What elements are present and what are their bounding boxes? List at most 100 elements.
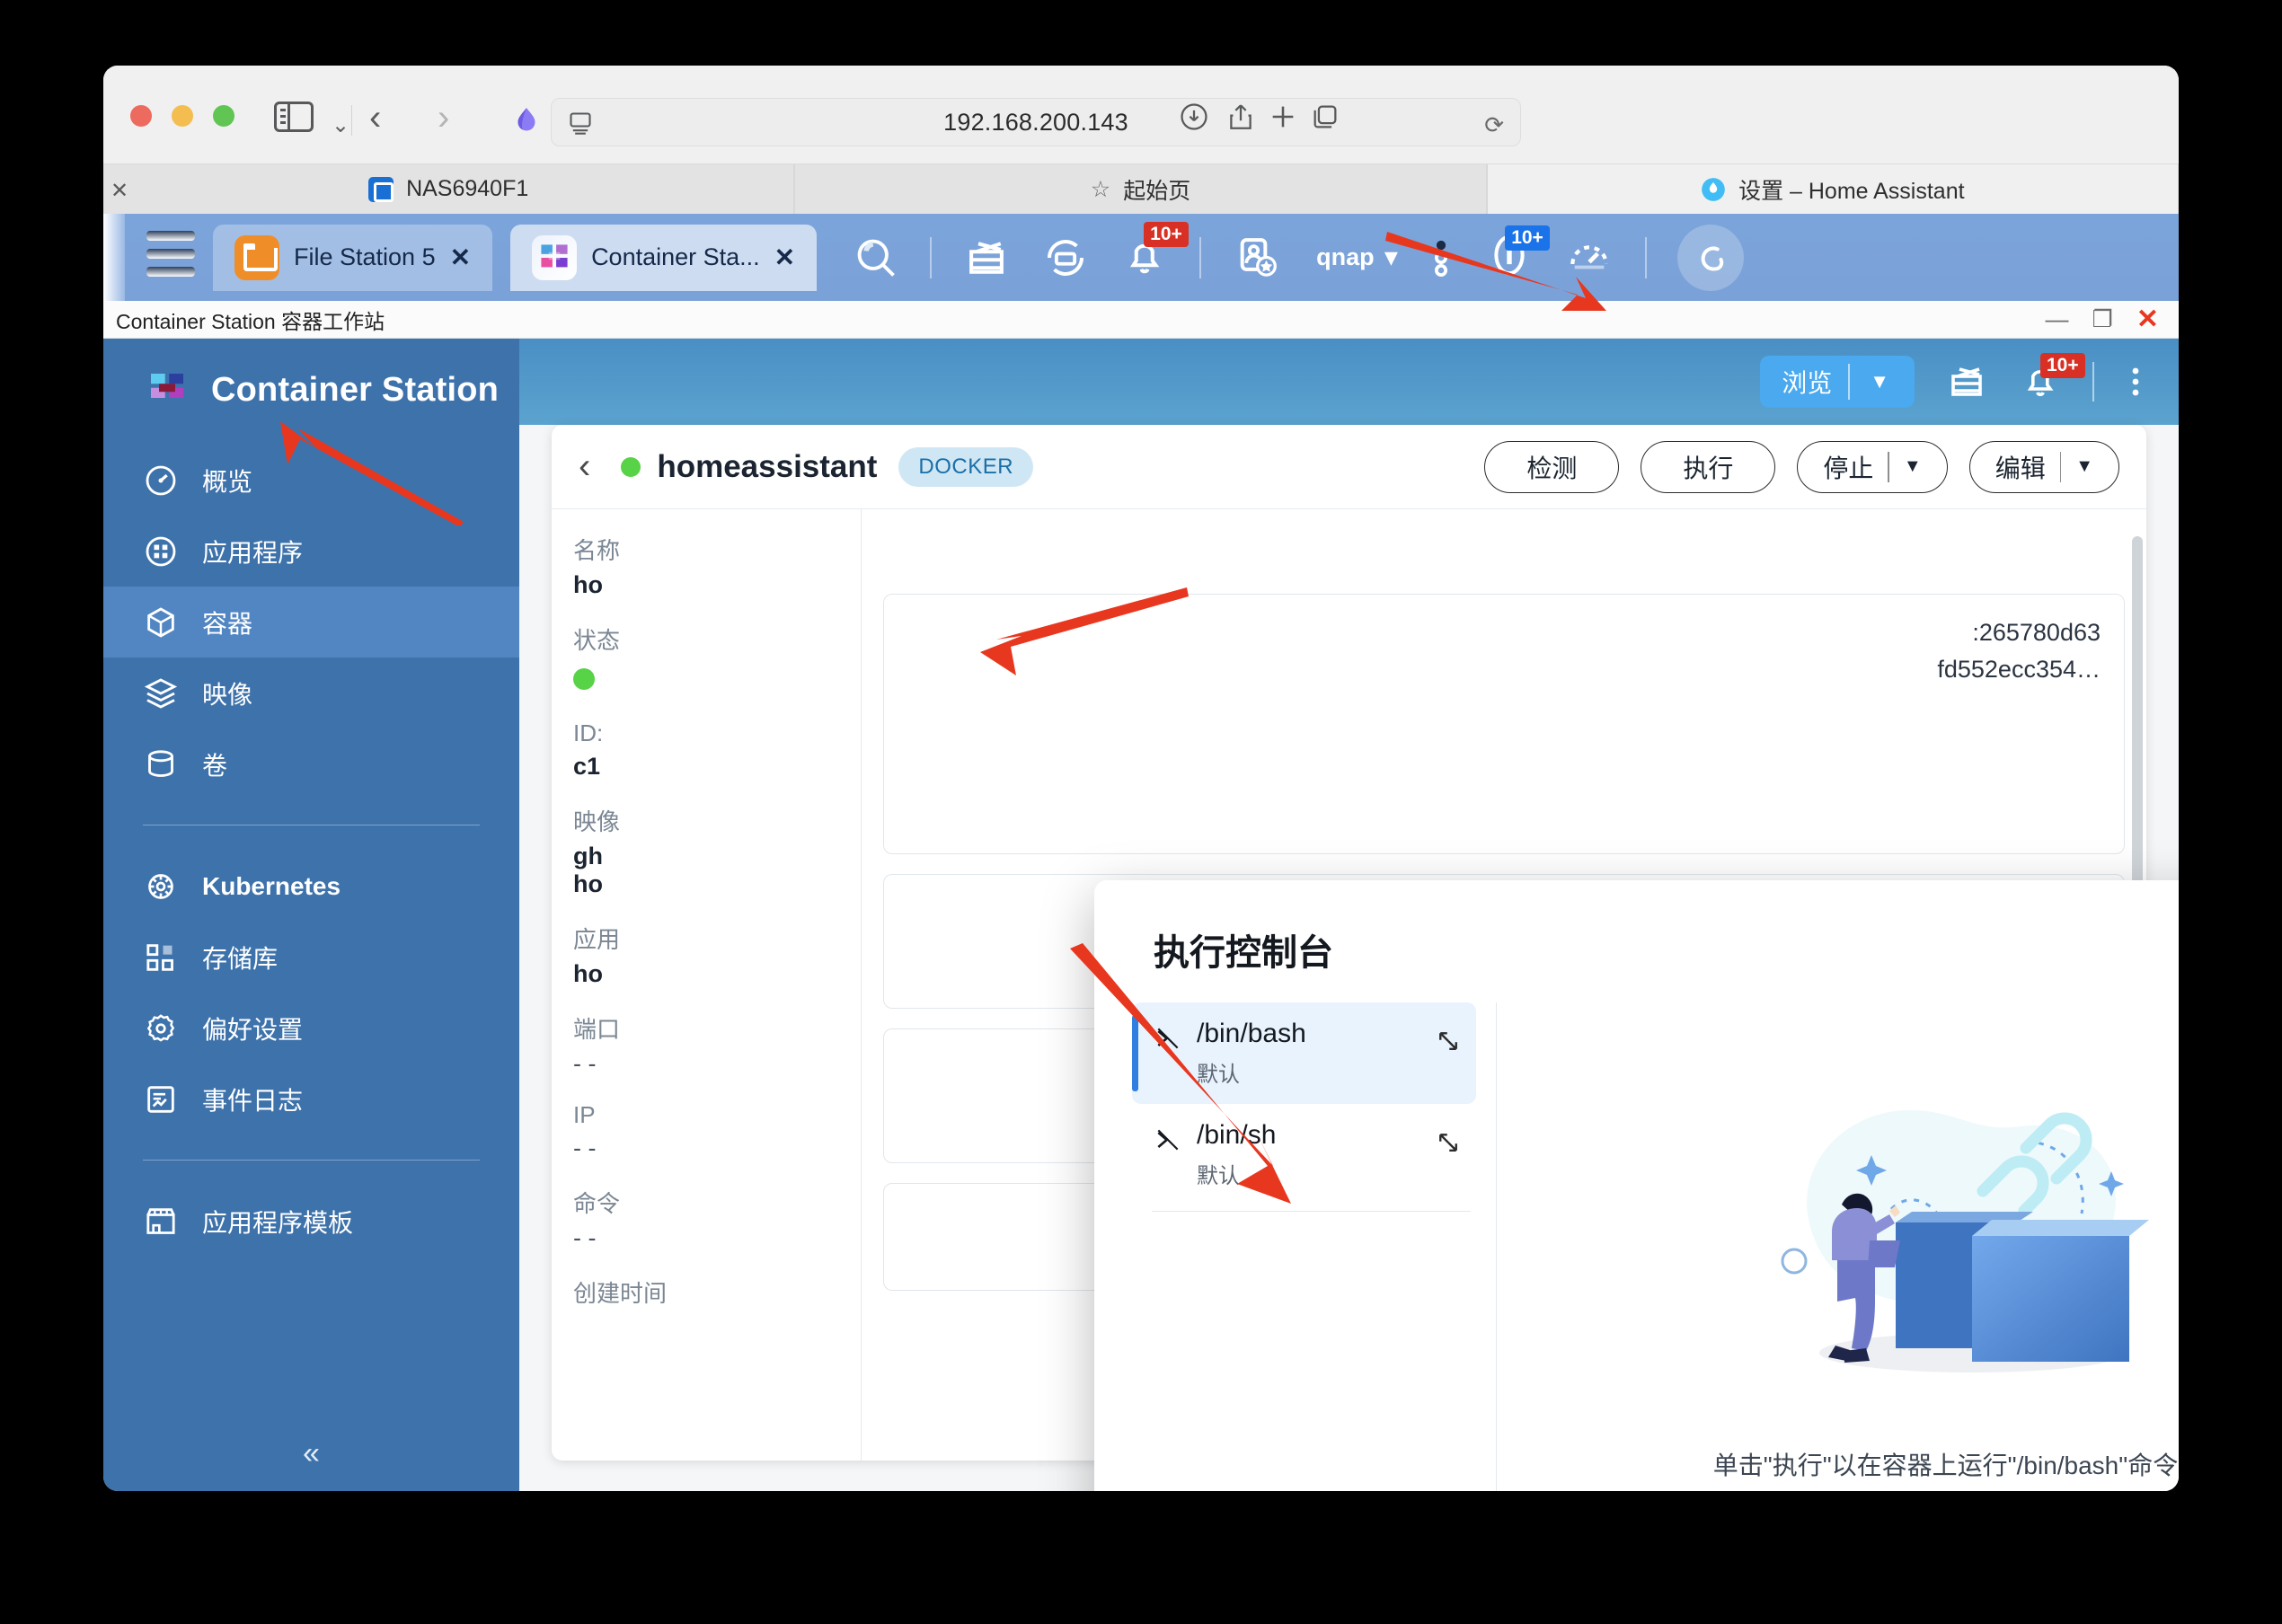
qnap-user-label[interactable]: qnap [1316, 243, 1375, 271]
qnap-app-tab-file-station[interactable]: File Station 5 ✕ [213, 225, 492, 291]
browser-tab-strip: ✕ NAS6940F1 ☆ 起始页 设置 – Home Assistant [103, 164, 2179, 214]
apps-grid-icon [143, 534, 179, 569]
stop-button[interactable]: 停止 ▼ [1797, 441, 1947, 493]
info-icon[interactable]: 10+ [1485, 231, 1534, 284]
field-key: 状态 [573, 622, 861, 656]
database-icon [143, 746, 179, 782]
edit-button[interactable]: 编辑 ▼ [1969, 441, 2119, 493]
chevron-down-icon[interactable]: ▼ [1866, 370, 1906, 393]
close-icon[interactable]: ✕ [450, 243, 471, 272]
command-list: /bin/bash 默认 [1094, 1002, 1497, 1491]
container-station-icon [143, 366, 191, 414]
user-account-icon[interactable] [1232, 233, 1282, 283]
more-vertical-icon[interactable] [1428, 233, 1455, 283]
search-icon[interactable] [853, 234, 899, 281]
status-indicator [573, 668, 595, 690]
detail-scrollbar[interactable] [2132, 536, 2143, 922]
chevron-down-icon[interactable]: ▾ [1385, 243, 1398, 271]
back-icon[interactable]: ‹ [579, 446, 590, 487]
container-station-icon [532, 235, 577, 280]
close-window-button[interactable] [130, 105, 152, 127]
detail-field: 名称ho [573, 533, 861, 599]
sidebar-item-repositories[interactable]: 存储库 [103, 922, 519, 993]
browser-tab-home-assistant[interactable]: 设置 – Home Assistant [1487, 164, 2179, 214]
browser-tab-label: NAS6940F1 [406, 176, 528, 202]
field-key: 应用 [573, 922, 861, 955]
browser-tab-label: 设置 – Home Assistant [1738, 173, 1964, 206]
container-type-chip: DOCKER [898, 447, 1033, 487]
browser-tab-nas[interactable]: NAS6940F1 [103, 164, 794, 214]
field-value: - - [573, 1050, 861, 1078]
backup-sync-icon[interactable] [1041, 234, 1090, 282]
kubernetes-helm-icon [143, 869, 179, 905]
cube-icon [143, 605, 179, 640]
forward-icon[interactable]: › [438, 100, 449, 136]
external-link-icon[interactable] [1435, 1028, 1462, 1055]
container-station-sidebar: Container Station 概览 应用程序 [103, 339, 519, 1491]
home-assistant-icon [509, 103, 544, 141]
execute-button[interactable]: 执行 [1641, 441, 1775, 493]
status-indicator [621, 457, 641, 477]
notification-bell-icon[interactable]: 10+ [1120, 231, 1169, 284]
storefront-icon [143, 1204, 179, 1240]
sidebar-item-event-log[interactable]: 事件日志 [103, 1064, 519, 1134]
share-icon[interactable] [1225, 102, 1256, 132]
maximize-window-button[interactable] [213, 105, 234, 127]
sidebar-item-volumes[interactable]: 卷 [103, 728, 519, 799]
tab-overview-icon[interactable] [1310, 102, 1340, 132]
modal-title: 执行控制台 [1094, 880, 2179, 975]
browse-button[interactable]: 浏览 ▼ [1760, 356, 1915, 408]
detail-field: 映像gh ho [573, 804, 861, 898]
download-icon[interactable] [1179, 102, 1209, 132]
close-tab-icon[interactable]: ✕ [111, 178, 128, 204]
sidebar-icon[interactable] [274, 102, 314, 132]
command-item-bin-sh[interactable]: /bin/sh 默认 [1132, 1104, 1476, 1205]
new-tab-icon[interactable] [1268, 102, 1298, 132]
chevron-down-icon[interactable]: ⌄ [332, 112, 349, 138]
external-link-icon[interactable] [1435, 1129, 1462, 1156]
sidebar-item-preferences[interactable]: 偏好设置 [103, 993, 519, 1064]
resource-monitor-icon[interactable] [1945, 360, 1988, 403]
chevron-down-icon[interactable]: ▼ [2075, 456, 2093, 477]
back-icon[interactable]: ‹ [369, 100, 381, 136]
inspect-button[interactable]: 检测 [1484, 441, 1619, 493]
qnap-cloud-icon[interactable] [1677, 225, 1744, 291]
collapse-sidebar-button[interactable]: « [103, 1436, 519, 1471]
reader-view-icon[interactable] [568, 110, 593, 136]
window-traffic-lights [130, 105, 234, 127]
qnap-app-tab-container-station[interactable]: Container Sta... ✕ [510, 225, 817, 291]
hamburger-icon[interactable] [146, 231, 195, 285]
chevron-down-icon[interactable]: ▼ [1904, 456, 1922, 477]
sidebar-item-kubernetes[interactable]: Kubernetes [103, 851, 519, 922]
sidebar-item-overview[interactable]: 概览 [103, 445, 519, 516]
field-value: c1 [573, 753, 861, 781]
minimize-window-button[interactable] [172, 105, 193, 127]
more-vertical-icon[interactable] [2125, 360, 2146, 403]
qnap-icon [368, 177, 394, 202]
qnap-desktop-bar: File Station 5 ✕ Container Sta... ✕ [103, 214, 2179, 301]
command-item-bin-bash[interactable]: /bin/bash 默认 [1132, 1002, 1476, 1104]
resource-monitor-icon[interactable] [962, 234, 1011, 282]
close-icon[interactable]: ✕ [2136, 304, 2159, 335]
command-subtitle: 默认 [1197, 1158, 1420, 1189]
sidebar-item-containers[interactable]: 容器 [103, 587, 519, 658]
restore-icon[interactable]: ❐ [2092, 305, 2113, 333]
sidebar-item-images[interactable]: 映像 [103, 658, 519, 728]
qnap-app-tab-label: Container Sta... [591, 243, 760, 271]
browser-tab-start-page[interactable]: ☆ 起始页 [794, 164, 1486, 214]
sidebar-item-label: 卷 [202, 746, 227, 782]
field-value: - - [573, 1224, 861, 1252]
sidebar-item-applications[interactable]: 应用程序 [103, 516, 519, 587]
minimize-icon[interactable]: — [2046, 305, 2069, 333]
sidebar-item-label: 偏好设置 [202, 1011, 303, 1046]
sidebar-item-app-templates[interactable]: 应用程序模板 [103, 1186, 519, 1257]
field-value: ho [573, 960, 861, 988]
address-bar[interactable]: 192.168.200.143 ⟳ [551, 98, 1521, 146]
container-station-main: 浏览 ▼ 10+ [519, 339, 2179, 1491]
notification-bell-icon[interactable]: 10+ [2019, 358, 2062, 406]
browser-toolbar: ⌄ ‹ › 192.168.200.143 ⟳ [103, 66, 2179, 164]
divider [1152, 1211, 1471, 1212]
close-icon[interactable]: ✕ [774, 243, 795, 272]
reload-icon[interactable]: ⟳ [1484, 111, 1504, 139]
dashboard-icon[interactable] [1564, 233, 1614, 283]
